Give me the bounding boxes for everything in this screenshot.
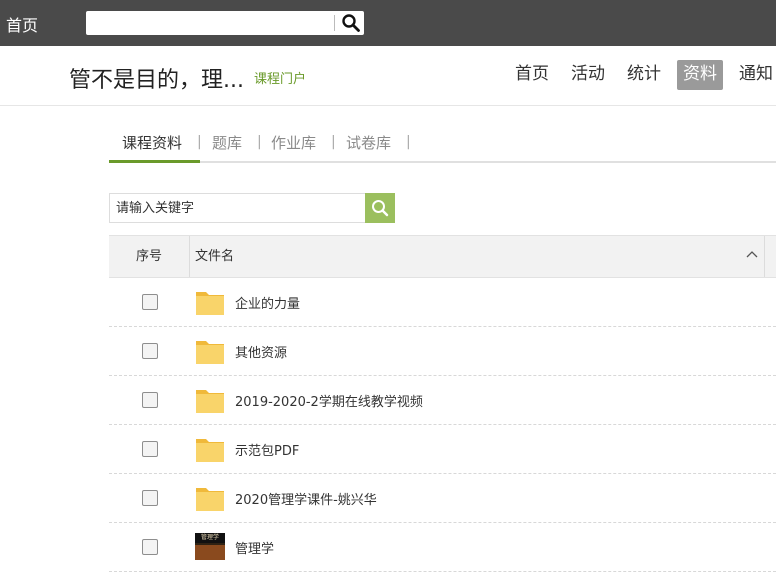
top-home-link[interactable]: 首页 bbox=[6, 12, 38, 36]
folder-icon bbox=[196, 488, 224, 511]
nav-activity[interactable]: 活动 bbox=[565, 60, 611, 90]
file-name[interactable]: 管理学 bbox=[235, 538, 274, 557]
folder-icon bbox=[196, 439, 224, 462]
table-row[interactable]: 2020管理学课件-姚兴华 bbox=[109, 474, 776, 523]
tab-separator: | bbox=[331, 134, 336, 150]
search-icon[interactable] bbox=[341, 13, 361, 33]
table-header: 序号 文件名 bbox=[109, 235, 776, 278]
table-row[interactable]: 示范包PDF bbox=[109, 425, 776, 474]
tab-question-bank[interactable]: 题库 bbox=[212, 132, 242, 153]
course-nav: 首页 活动 统计 资料 通知 bbox=[509, 60, 776, 90]
file-table: 序号 文件名 企业的力量 其他资源 2019-2020-2学期在线教学视频 示范… bbox=[109, 235, 776, 572]
table-row[interactable]: 管理学 管理学 bbox=[109, 523, 776, 572]
folder-icon bbox=[196, 292, 224, 315]
nav-home[interactable]: 首页 bbox=[509, 60, 555, 90]
chevron-up-icon[interactable] bbox=[745, 248, 759, 262]
table-row[interactable]: 企业的力量 bbox=[109, 278, 776, 327]
file-name[interactable]: 其他资源 bbox=[235, 342, 287, 361]
file-name[interactable]: 2020管理学课件-姚兴华 bbox=[235, 489, 377, 508]
file-name[interactable]: 示范包PDF bbox=[235, 440, 299, 459]
file-name[interactable]: 企业的力量 bbox=[235, 293, 300, 312]
table-row[interactable]: 2019-2020-2学期在线教学视频 bbox=[109, 376, 776, 425]
nav-stats[interactable]: 统计 bbox=[621, 60, 667, 90]
tab-separator: | bbox=[197, 134, 202, 150]
row-checkbox[interactable] bbox=[142, 539, 158, 555]
column-filename[interactable]: 文件名 bbox=[195, 236, 234, 277]
top-search-box[interactable] bbox=[86, 11, 364, 35]
tab-separator: | bbox=[406, 134, 411, 150]
nav-notices[interactable]: 通知 bbox=[733, 60, 776, 90]
nav-materials[interactable]: 资料 bbox=[677, 60, 723, 90]
materials-tabs: 课程资料 | 题库 | 作业库 | 试卷库 | bbox=[109, 121, 776, 163]
header-divider bbox=[764, 236, 765, 277]
course-portal-link[interactable]: 课程门户 bbox=[254, 68, 306, 87]
tab-exam-bank[interactable]: 试卷库 bbox=[346, 132, 391, 153]
folder-icon bbox=[196, 390, 224, 413]
column-index: 序号 bbox=[109, 236, 190, 277]
top-bar: 首页 bbox=[0, 0, 776, 46]
tab-separator: | bbox=[257, 134, 262, 150]
row-checkbox[interactable] bbox=[142, 392, 158, 408]
search-icon bbox=[372, 200, 389, 217]
row-checkbox[interactable] bbox=[142, 343, 158, 359]
table-row[interactable]: 其他资源 bbox=[109, 327, 776, 376]
search-divider bbox=[334, 15, 335, 31]
keyword-filter bbox=[109, 193, 395, 223]
keyword-search-button[interactable] bbox=[365, 193, 395, 223]
tab-course-materials[interactable]: 课程资料 bbox=[122, 132, 182, 153]
book-thumbnail: 管理学 bbox=[195, 533, 225, 560]
active-tab-indicator bbox=[109, 160, 200, 163]
course-header: 管不是目的，理... 课程门户 首页 活动 统计 资料 通知 bbox=[0, 46, 776, 106]
file-name[interactable]: 2019-2020-2学期在线教学视频 bbox=[235, 391, 423, 410]
book-thumbnail-title: 管理学 bbox=[195, 533, 225, 543]
row-checkbox[interactable] bbox=[142, 441, 158, 457]
row-checkbox[interactable] bbox=[142, 490, 158, 506]
folder-icon bbox=[196, 341, 224, 364]
keyword-input[interactable] bbox=[109, 193, 366, 223]
book-thumbnail-cover bbox=[195, 545, 225, 560]
tab-homework-bank[interactable]: 作业库 bbox=[271, 132, 316, 153]
course-title: 管不是目的，理... bbox=[69, 68, 244, 93]
row-checkbox[interactable] bbox=[142, 294, 158, 310]
